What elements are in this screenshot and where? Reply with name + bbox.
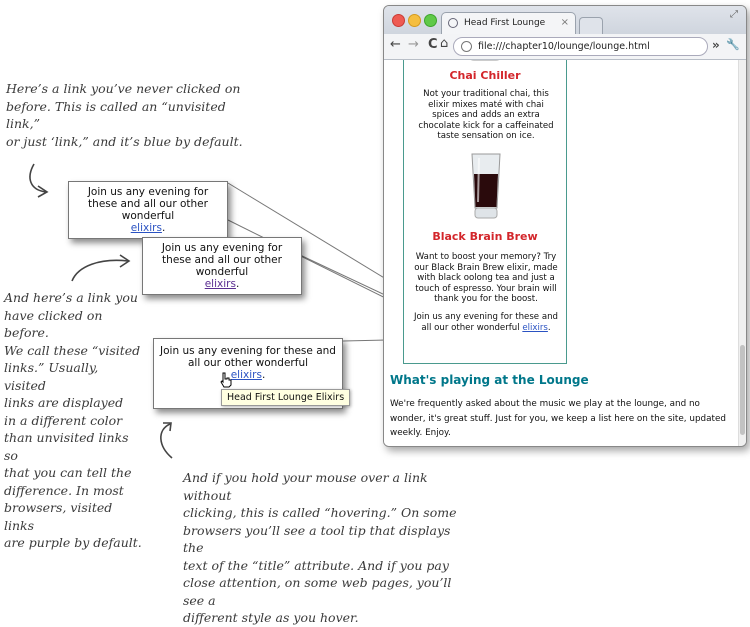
elixirs-box: Chai Chiller Not your traditional chai, …	[403, 60, 567, 364]
period: .	[261, 369, 266, 381]
browser-window: Head First Lounge × ⤢ ← → C ⌂ file:///ch…	[383, 5, 747, 447]
page-favicon-icon	[448, 18, 458, 28]
section-heading: What's playing at the Lounge	[390, 373, 589, 387]
period: .	[235, 278, 240, 290]
fullscreen-icon[interactable]: ⤢	[730, 9, 738, 20]
drink-name: Black Brain Brew	[432, 230, 538, 243]
unvisited-link-note: Here’s a link you’ve never clicked on be…	[6, 81, 243, 149]
home-icon[interactable]: ⌂	[440, 36, 448, 51]
wrench-icon[interactable]: 🔧	[726, 38, 740, 51]
hover-note: And if you hold your mouse over a link w…	[183, 470, 457, 625]
section-text: We're frequently asked about the music w…	[390, 399, 726, 438]
globe-icon	[461, 41, 472, 52]
glass-bottom-icon	[468, 60, 502, 61]
more-icon[interactable]: »	[712, 38, 720, 52]
arrow-visited	[71, 259, 129, 282]
black-brain-brew-glass-image	[471, 153, 501, 219]
hand-cursor-icon	[220, 372, 232, 388]
drink-description: Not your traditional chai, this elixir m…	[418, 89, 554, 142]
drink-name: Chai Chiller	[449, 69, 521, 82]
navigation-bar: ← → C ⌂ file:///chapter10/lounge/lounge.…	[384, 34, 746, 60]
callout-text: Join us any evening for these and all ou…	[160, 345, 336, 369]
unvisited-link-example: Join us any evening for these and all ou…	[68, 181, 228, 239]
scrollbar-thumb[interactable]	[740, 345, 745, 435]
period: .	[161, 222, 166, 234]
arrow-unvisited	[29, 163, 47, 193]
elixirs-link[interactable]: elixirs	[522, 323, 548, 333]
callout-text: Join us any evening for these and all ou…	[87, 186, 209, 222]
drink-description: Want to boost your memory? Try our Black…	[414, 252, 558, 305]
callout-text: Join us any evening for these and all ou…	[161, 242, 283, 278]
title-tooltip: Head First Lounge Elixirs	[221, 389, 351, 406]
visited-link[interactable]: elixirs	[205, 278, 236, 290]
tab-close-icon[interactable]: ×	[561, 13, 569, 33]
page-viewport: Chai Chiller Not your traditional chai, …	[384, 60, 738, 446]
visited-link-example: Join us any evening for these and all ou…	[142, 237, 302, 295]
tab-title: Head First Lounge	[464, 18, 546, 28]
new-tab-button[interactable]	[579, 17, 603, 34]
forward-icon[interactable]: →	[408, 37, 419, 52]
period: .	[547, 322, 551, 333]
zoom-window-icon[interactable]	[424, 14, 437, 27]
close-window-icon[interactable]	[392, 14, 405, 27]
scrollbar[interactable]	[738, 60, 746, 446]
visited-link-note: And here’s a link you have clicked on be…	[4, 290, 142, 550]
unvisited-link[interactable]: elixirs	[131, 222, 162, 234]
join-text: Join us any evening for these and all ou…	[414, 312, 558, 333]
url-text: file:///chapter10/lounge/lounge.html	[478, 41, 650, 52]
hovered-link[interactable]: elixirs	[231, 369, 262, 381]
tab-bar: Head First Lounge × ⤢	[384, 6, 746, 34]
tab-head-first-lounge[interactable]: Head First Lounge ×	[441, 12, 576, 34]
reload-icon[interactable]: C	[428, 37, 438, 52]
minimize-window-icon[interactable]	[408, 14, 421, 27]
back-icon[interactable]: ←	[390, 37, 401, 52]
address-bar[interactable]: file:///chapter10/lounge/lounge.html	[453, 37, 708, 56]
